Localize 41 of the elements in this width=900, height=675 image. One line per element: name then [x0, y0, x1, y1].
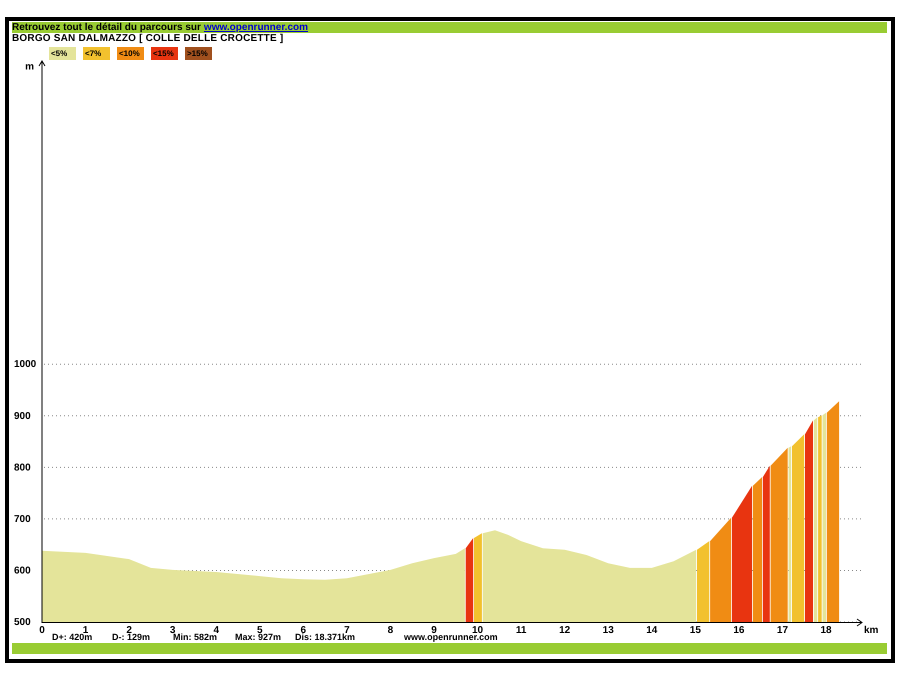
axis-label: 1000	[14, 359, 36, 370]
axis-label: 12	[559, 625, 570, 634]
axis-label: 0	[39, 625, 45, 634]
legend-item: <15%	[151, 47, 178, 60]
axis-label: 13	[602, 625, 614, 634]
axis-label: 10	[472, 625, 484, 634]
axis-label: 15	[690, 625, 701, 634]
axis-label: 7	[344, 625, 350, 634]
route-title: BORGO SAN DALMAZZO [ COLLE DELLE CROCETTE ]	[12, 33, 284, 44]
route-stat: D+: 420m	[52, 632, 94, 642]
header-text: Retrouvez tout le détail du parcours sur	[12, 22, 201, 33]
axis-label: 800	[14, 462, 31, 474]
route-stat: D-: 129m	[112, 632, 152, 642]
axis-label: 6	[300, 625, 306, 634]
axis-label: 500	[14, 617, 31, 628]
axis-label: 2	[126, 625, 132, 634]
axis-label: 9	[431, 625, 437, 634]
axis-label: 1	[82, 625, 88, 634]
axis-label: 5	[257, 625, 263, 634]
axis-label: 18	[820, 625, 832, 634]
axis-title: km	[864, 625, 878, 634]
axis-label: 8	[388, 625, 394, 634]
site-link[interactable]: www.openrunner.com	[204, 22, 308, 33]
axis-label: 700	[14, 514, 31, 525]
route-stat: Dis: 18.371km	[295, 632, 356, 642]
axis-label: 11	[516, 625, 526, 634]
site-credit: www.openrunner.com	[404, 632, 499, 642]
route-stat: Max: 927m	[235, 632, 282, 642]
axis-label: 600	[14, 565, 31, 576]
axis-label: 14	[646, 625, 658, 634]
axis-label: 4	[213, 625, 219, 634]
axis-label: 3	[170, 625, 176, 634]
legend-item: <10%	[117, 47, 144, 60]
legend-item: <7%	[83, 47, 110, 60]
route-stat: Min: 582m	[173, 632, 218, 642]
legend-item: >15%	[185, 47, 212, 60]
axis-title: m	[25, 61, 34, 72]
legend-item: <5%	[49, 47, 76, 60]
axis-label: 16	[733, 625, 744, 634]
axis-label: 900	[14, 410, 31, 422]
axis-label: 17	[776, 625, 788, 634]
